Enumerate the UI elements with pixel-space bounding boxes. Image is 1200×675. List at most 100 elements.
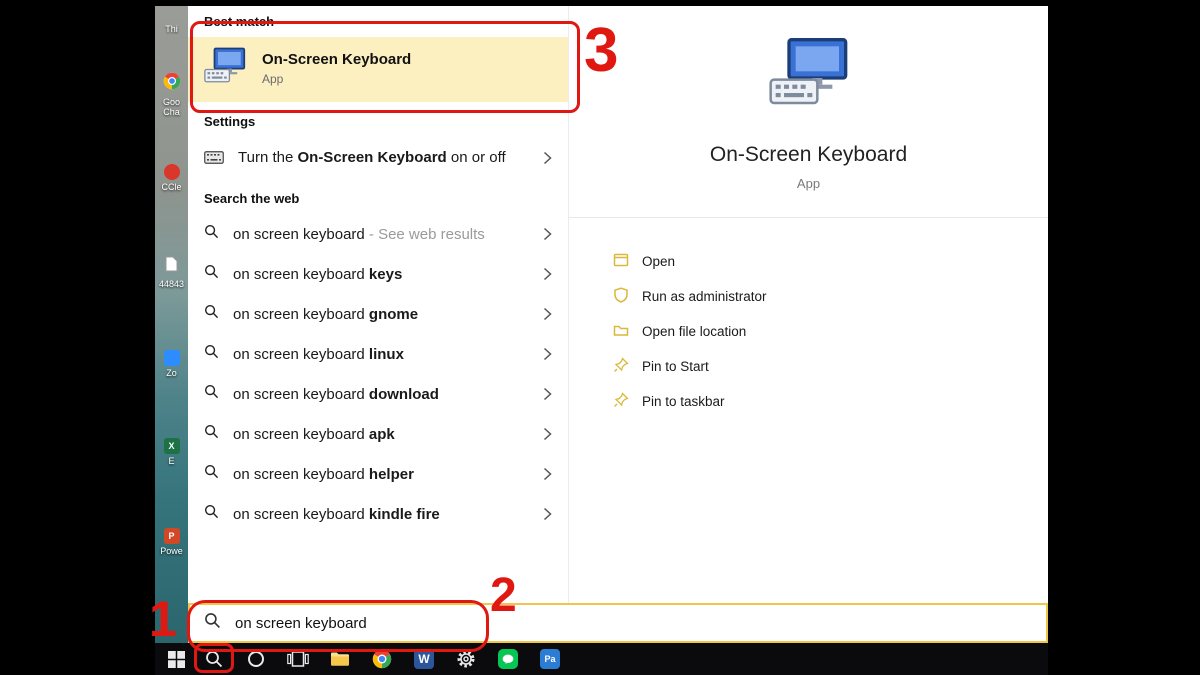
search-results-column: Best match On-Screen Keyboard — [188, 6, 568, 603]
preview-pane: On-Screen Keyboard App Open Run as admin… — [568, 6, 1048, 603]
chevron-right-icon — [543, 347, 552, 361]
chevron-right-icon — [543, 151, 552, 165]
cortana-button[interactable] — [235, 643, 277, 675]
search-icon — [204, 344, 219, 364]
desktop-icon-label: Thi — [155, 24, 188, 34]
chevron-right-icon — [543, 267, 552, 281]
desktop-icon-label: Goo Cha — [155, 97, 188, 117]
action-label: Pin to Start — [642, 359, 709, 374]
search-icon — [204, 224, 219, 244]
action-open[interactable]: Open — [613, 244, 1048, 279]
search-icon — [204, 424, 219, 444]
chevron-right-icon — [543, 507, 552, 521]
desktop-icon-document[interactable]: 44843 — [155, 256, 188, 289]
document-icon — [165, 259, 178, 276]
pin-icon — [613, 357, 629, 376]
action-label: Open file location — [642, 324, 746, 339]
best-match-subtitle: App — [262, 72, 411, 86]
chevron-right-icon — [543, 227, 552, 241]
web-suggestion-label: on screen keyboard download — [233, 386, 439, 403]
chrome-icon[interactable] — [361, 643, 403, 675]
web-suggestion[interactable]: on screen keyboard - See web results — [188, 214, 568, 254]
chevron-right-icon — [543, 467, 552, 481]
desktop-icon-label: Powe — [155, 546, 188, 556]
web-suggestion[interactable]: on screen keyboard kindle fire — [188, 494, 568, 534]
web-suggestion-label: on screen keyboard helper — [233, 466, 414, 483]
pin-icon — [613, 392, 629, 411]
preview-subtitle: App — [569, 176, 1048, 191]
search-icon — [204, 612, 221, 634]
keyboard-icon — [204, 151, 224, 169]
folder-icon — [613, 322, 629, 341]
chevron-right-icon — [543, 307, 552, 321]
osk-app-icon-large — [769, 36, 849, 115]
desktop-icon-powerpoint[interactable]: P Powe — [155, 528, 188, 556]
web-suggestion-label: on screen keyboard keys — [233, 266, 402, 283]
divider — [569, 217, 1048, 218]
file-explorer-icon[interactable] — [319, 643, 361, 675]
start-button[interactable] — [159, 643, 193, 675]
search-icon — [204, 504, 219, 524]
web-suggestion-label: on screen keyboard linux — [233, 346, 404, 363]
powerpoint-icon: P — [164, 528, 180, 544]
search-icon — [204, 264, 219, 284]
web-suggestion[interactable]: on screen keyboard download — [188, 374, 568, 414]
desktop-icon-zoom[interactable]: Zo — [155, 350, 188, 378]
action-label: Run as administrator — [642, 289, 767, 304]
excel-icon: X — [164, 438, 180, 454]
search-box-row — [188, 603, 1048, 643]
desktop-icon-label: 44843 — [155, 279, 188, 289]
web-suggestion[interactable]: on screen keyboard keys — [188, 254, 568, 294]
web-suggestion-label: on screen keyboard apk — [233, 426, 395, 443]
action-run-as-admin[interactable]: Run as administrator — [613, 279, 1048, 314]
search-icon — [204, 384, 219, 404]
action-label: Open — [642, 254, 675, 269]
action-pin-to-start[interactable]: Pin to Start — [613, 349, 1048, 384]
search-icon — [204, 464, 219, 484]
desktop-icon-chrome[interactable]: Goo Cha — [155, 72, 188, 117]
action-pin-to-taskbar[interactable]: Pin to taskbar — [613, 384, 1048, 419]
settings-gear-icon[interactable] — [445, 643, 487, 675]
settings-result-osk-toggle[interactable]: Turn the On-Screen Keyboard on or off — [188, 137, 568, 179]
desktop-icon-ccleaner[interactable]: CCle — [155, 164, 188, 192]
search-web-header: Search the web — [188, 179, 568, 214]
screen: Thi Goo Cha CCle 44843 Zo X E P — [0, 0, 1200, 675]
preview-title: On-Screen Keyboard — [569, 143, 1048, 167]
web-suggestion[interactable]: on screen keyboard linux — [188, 334, 568, 374]
app-pa-icon[interactable]: Pa — [529, 643, 571, 675]
line-app-icon[interactable] — [487, 643, 529, 675]
osk-app-icon — [204, 46, 246, 91]
web-suggestion-label: on screen keyboard kindle fire — [233, 506, 440, 523]
web-suggestion[interactable]: on screen keyboard gnome — [188, 294, 568, 334]
best-match-header: Best match — [188, 6, 568, 37]
desktop-wallpaper-strip: Thi Goo Cha CCle 44843 Zo X E P — [155, 6, 188, 643]
word-icon[interactable]: W — [403, 643, 445, 675]
chrome-icon — [163, 77, 181, 94]
web-suggestion[interactable]: on screen keyboard apk — [188, 414, 568, 454]
desktop-icon-label: E — [155, 456, 188, 466]
taskbar: W Pa — [155, 643, 1048, 675]
taskbar-search-button[interactable] — [193, 643, 235, 675]
open-icon — [613, 252, 629, 271]
search-icon — [204, 304, 219, 324]
desktop-icon-label: Zo — [155, 368, 188, 378]
chevron-right-icon — [543, 427, 552, 441]
web-suggestion-label: on screen keyboard gnome — [233, 306, 418, 323]
task-view-button[interactable] — [277, 643, 319, 675]
desktop-icon-label: CCle — [155, 182, 188, 192]
best-match-result[interactable]: On-Screen Keyboard App — [188, 37, 568, 102]
desktop-icon-this-pc[interactable]: Thi — [155, 22, 188, 34]
desktop-icon-excel[interactable]: X E — [155, 438, 188, 466]
settings-header: Settings — [188, 102, 568, 137]
action-label: Pin to taskbar — [642, 394, 725, 409]
action-open-file-location[interactable]: Open file location — [613, 314, 1048, 349]
zoom-icon — [164, 350, 180, 366]
web-suggestion-label: on screen keyboard - See web results — [233, 226, 485, 243]
search-input[interactable] — [233, 614, 537, 633]
chevron-right-icon — [543, 387, 552, 401]
search-flyout: Best match On-Screen Keyboard — [188, 6, 1048, 643]
shield-icon — [613, 287, 629, 306]
settings-result-label: Turn the On-Screen Keyboard on or off — [238, 147, 520, 169]
web-suggestion[interactable]: on screen keyboard helper — [188, 454, 568, 494]
ccleaner-icon — [164, 164, 180, 180]
